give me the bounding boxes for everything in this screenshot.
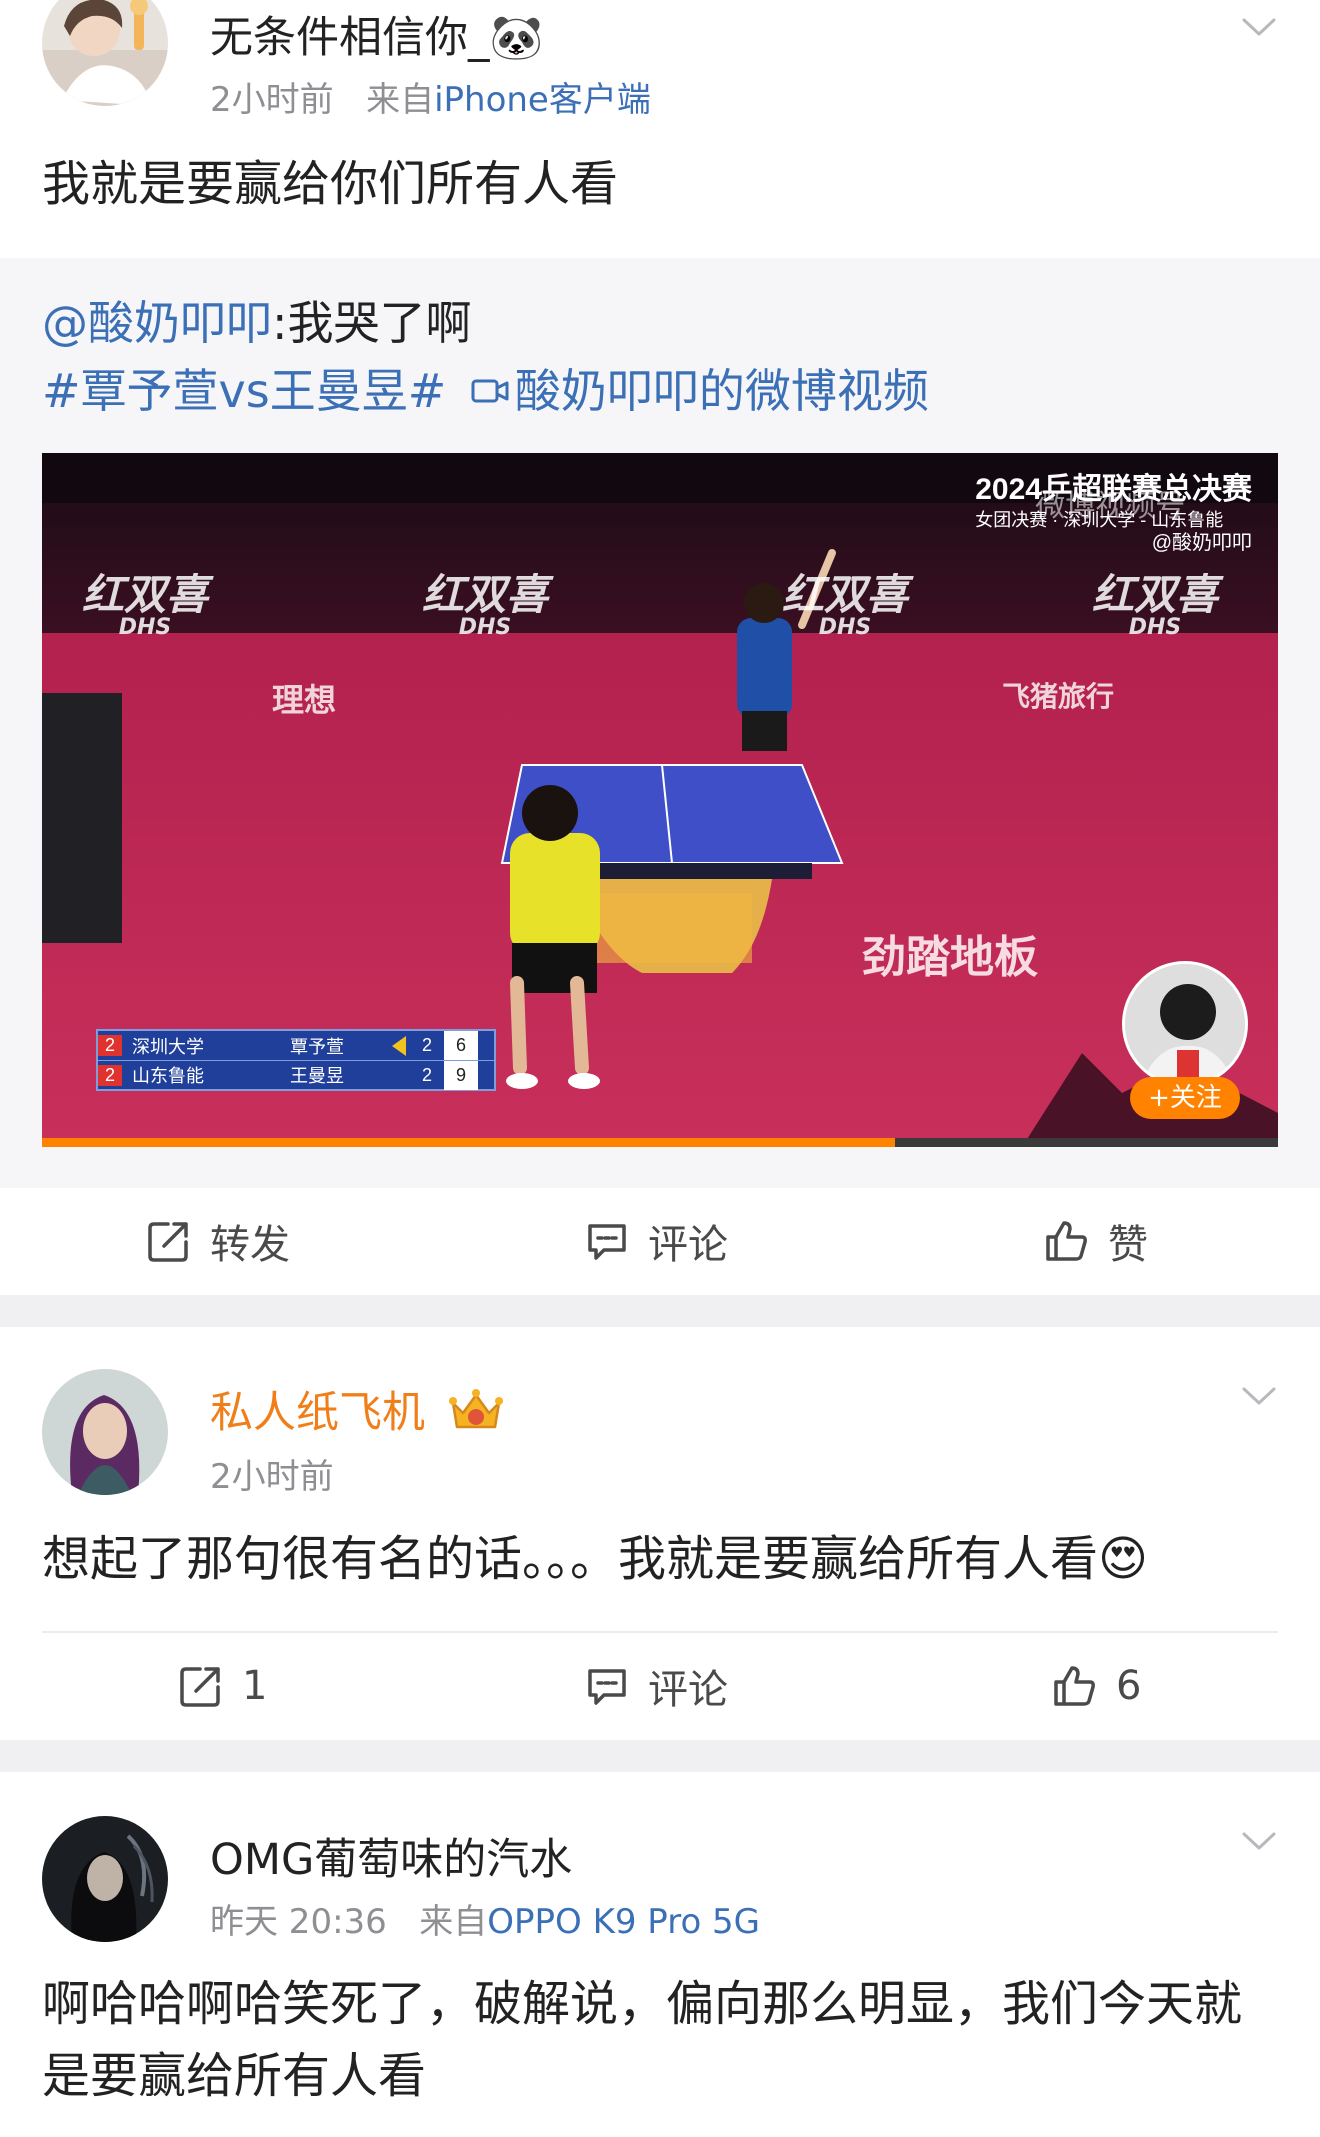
post-time: 2小时前 <box>210 1457 334 1497</box>
video-watermark: 2024乒超联赛总决赛 女团决赛 · 深圳大学 - 山东鲁能 微博视频号 @酸奶… <box>975 471 1252 555</box>
follow-button[interactable]: +关注 <box>1130 1077 1240 1119</box>
like-button[interactable]: 6 <box>1050 1633 1141 1739</box>
comment-label: 评论 <box>648 1222 728 1268</box>
sponsor-logo: 红双喜 DHS <box>82 570 209 640</box>
repost-mention-line: @酸奶叩叩:我哭了啊 <box>42 290 472 356</box>
hashtag-link[interactable]: #覃予萱vs王曼昱# <box>42 364 446 418</box>
sponsor-logo: 红双喜 DHS <box>422 570 549 640</box>
comment-label: 评论 <box>648 1667 728 1713</box>
comment-button[interactable]: 评论 <box>584 1633 728 1739</box>
username[interactable]: 无条件相信你_🐼 <box>210 10 543 66</box>
sponsor-logo: 红双喜 DHS <box>1092 570 1219 640</box>
banner-left: 理想 <box>272 681 337 719</box>
video-progress-fill <box>42 1138 895 1147</box>
like-count: 6 <box>1116 1663 1142 1709</box>
post-meta: 昨天 20:36 来自OPPO K9 Pro 5G <box>210 1900 760 1944</box>
like-label: 赞 <box>1108 1222 1148 1268</box>
chevron-down-icon[interactable] <box>1238 6 1280 48</box>
sponsor-logo: 红双喜 DHS <box>782 570 909 640</box>
repost-link-line: #覃予萱vs王曼昱# 酸奶叩叩的微博视频 <box>42 358 929 424</box>
avatar[interactable] <box>42 1369 168 1495</box>
like-icon <box>1046 1221 1087 1261</box>
repost-icon <box>180 1667 220 1707</box>
avatar[interactable] <box>42 1816 168 1942</box>
repost-button[interactable]: 转发 <box>146 1188 290 1294</box>
username[interactable]: OMG葡萄味的汽水 <box>210 1832 572 1888</box>
post-text: 我就是要赢给你们所有人看 <box>42 156 619 212</box>
like-button[interactable]: 赞 <box>1042 1188 1148 1294</box>
post-time: 2小时前 <box>210 80 334 120</box>
comment-button[interactable]: 评论 <box>584 1188 728 1294</box>
post-card-1: 无条件相信你_🐼 2小时前 来自iPhone客户端 我就是要赢给你们所有人看 @… <box>0 0 1320 1295</box>
post-text: 啊哈哈啊哈笑死了，破解说，偏向那么明显，我们今天就是要赢给所有人看 <box>42 1976 1243 2104</box>
scoreboard-row: 2 深圳大学 覃予萱 2 6 <box>98 1031 494 1060</box>
chevron-down-icon[interactable] <box>1238 1820 1280 1862</box>
post-text: 想起了那句很有名的话。。。我就是要赢给所有人看😍 <box>42 1531 1149 1587</box>
post-card-3: OMG葡萄味的汽水 昨天 20:36 来自OPPO K9 Pro 5G 啊哈哈啊… <box>0 1772 1320 2137</box>
mention-link[interactable]: @酸奶叩叩 <box>42 296 272 350</box>
repost-label: 转发 <box>210 1222 290 1268</box>
floor-text: 劲踏地板 <box>862 932 1038 983</box>
video-author-avatar[interactable] <box>1122 961 1248 1087</box>
repost-count: 1 <box>242 1663 268 1709</box>
repost-text: :我哭了啊 <box>272 296 472 350</box>
comment-icon <box>588 1669 626 1705</box>
video-link[interactable]: 酸奶叩叩的微博视频 <box>515 364 929 418</box>
scoreboard-row: 2 山东鲁能 王曼昱 2 9 <box>98 1060 494 1090</box>
scoreboard: 2 深圳大学 覃予萱 2 6 2 山东鲁能 王曼昱 2 9 <box>96 1029 496 1091</box>
avatar[interactable] <box>42 0 168 106</box>
post-source[interactable]: iPhone客户端 <box>434 80 651 120</box>
watermark-handle: @酸奶叩叩 <box>1151 532 1252 554</box>
crown-badge-icon <box>448 1389 503 1429</box>
chevron-down-icon[interactable] <box>1238 1375 1280 1417</box>
video-player[interactable]: 2024乒超联赛总决赛 女团决赛 · 深圳大学 - 山东鲁能 微博视频号 @酸奶… <box>42 453 1278 1147</box>
like-icon <box>1054 1666 1095 1706</box>
banner-right: 飞猪旅行 <box>1002 680 1115 713</box>
post-time: 昨天 20:36 <box>210 1902 387 1942</box>
video-link-icon <box>471 379 509 403</box>
action-bar: 转发 评论 赞 <box>0 1188 1320 1294</box>
repost-button[interactable]: 1 <box>178 1633 267 1739</box>
username[interactable]: 私人纸飞机 <box>210 1385 505 1441</box>
video-progress-track[interactable] <box>42 1138 1278 1147</box>
source-prefix: 来自 <box>419 1902 488 1942</box>
watermark-brand: 微博视频号 <box>1035 490 1186 523</box>
post-card-2: 私人纸飞机 2小时前 想起了那句很有名的话。。。我就是要赢给所有人看😍 1 评论… <box>0 1327 1320 1740</box>
repost-icon <box>148 1222 188 1262</box>
action-bar: 1 评论 6 <box>0 1633 1320 1739</box>
repost-block[interactable]: @酸奶叩叩:我哭了啊 #覃予萱vs王曼昱# 酸奶叩叩的微博视频 2024乒超联赛… <box>0 258 1320 1188</box>
comment-icon <box>588 1224 626 1260</box>
post-meta: 2小时前 来自iPhone客户端 <box>210 78 651 122</box>
source-prefix: 来自 <box>366 80 435 120</box>
post-source[interactable]: OPPO K9 Pro 5G <box>487 1902 760 1942</box>
